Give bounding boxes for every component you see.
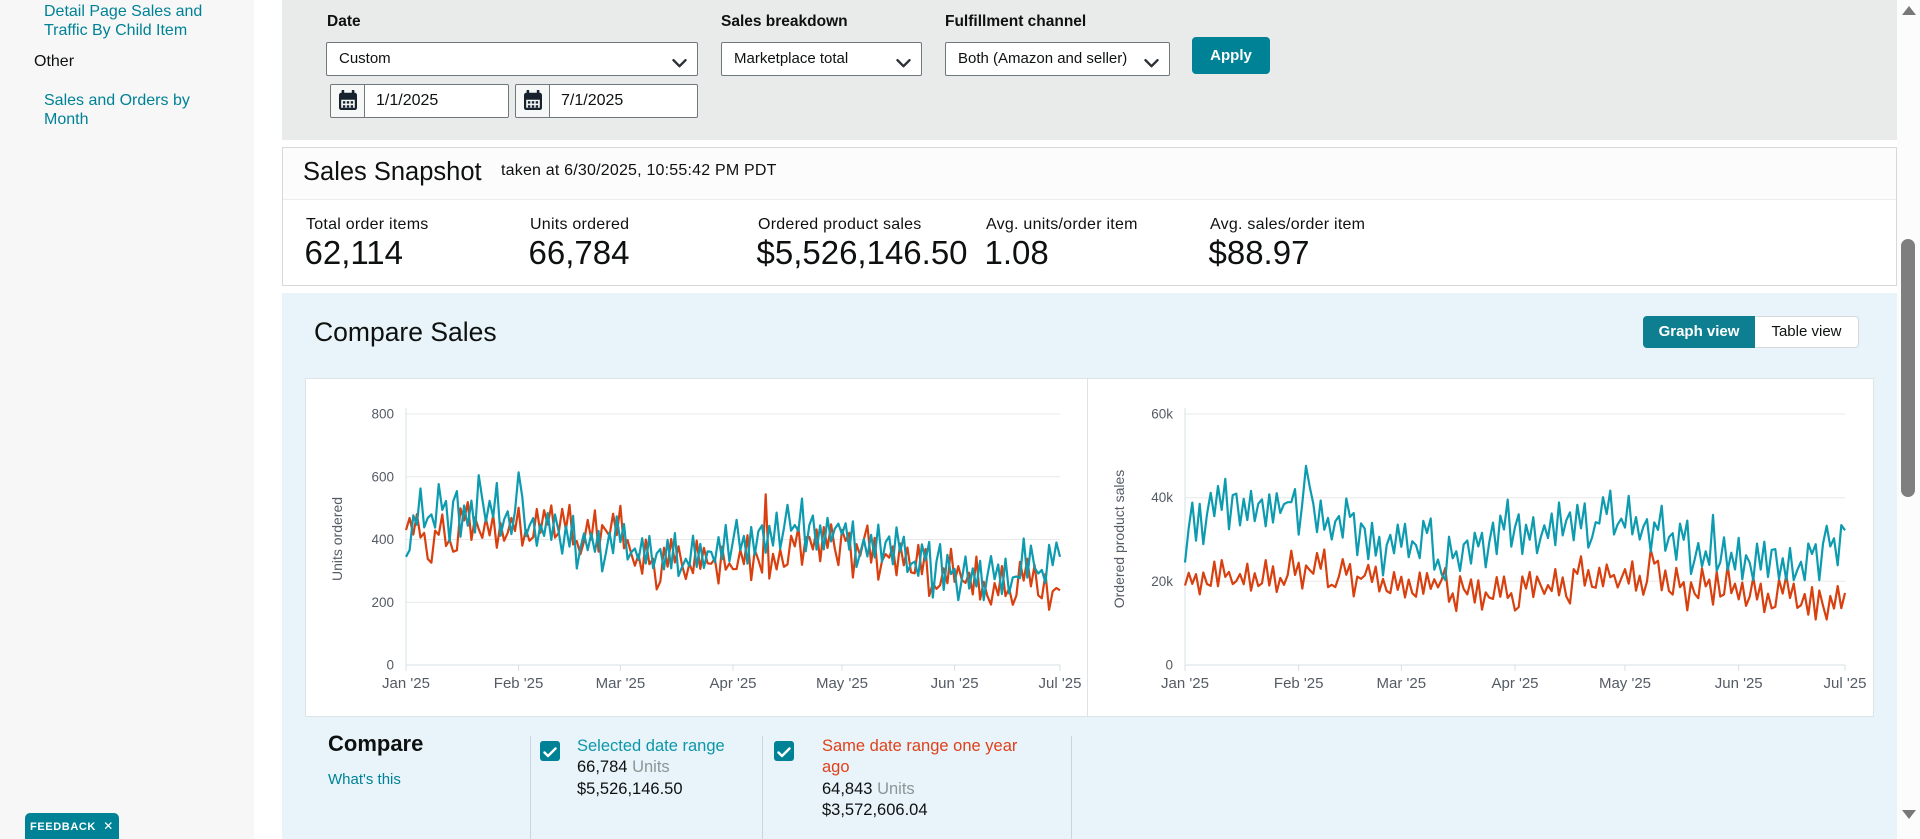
svg-text:800: 800	[371, 407, 394, 422]
svg-text:Apr '25: Apr '25	[1491, 675, 1538, 692]
svg-text:0: 0	[1165, 658, 1173, 673]
svg-text:Apr '25: Apr '25	[709, 675, 756, 692]
svg-text:Jun '25: Jun '25	[931, 675, 979, 692]
svg-text:Ordered product sales: Ordered product sales	[1111, 470, 1127, 609]
svg-text:Feb '25: Feb '25	[494, 675, 544, 692]
svg-text:Jan '25: Jan '25	[1161, 675, 1209, 692]
svg-text:Jun '25: Jun '25	[1715, 675, 1763, 692]
svg-text:20k: 20k	[1151, 574, 1173, 589]
svg-text:0: 0	[386, 658, 394, 673]
svg-text:Jul '25: Jul '25	[1039, 675, 1082, 692]
svg-text:400: 400	[371, 532, 394, 547]
svg-text:200: 200	[371, 595, 394, 610]
svg-text:60k: 60k	[1151, 407, 1173, 422]
svg-text:May '25: May '25	[1599, 675, 1651, 692]
svg-text:40k: 40k	[1151, 490, 1173, 505]
svg-text:Units ordered: Units ordered	[329, 497, 345, 581]
svg-text:Feb '25: Feb '25	[1274, 675, 1324, 692]
svg-text:600: 600	[371, 469, 394, 484]
svg-text:Jul '25: Jul '25	[1824, 675, 1867, 692]
svg-text:Jan '25: Jan '25	[382, 675, 430, 692]
svg-text:Mar '25: Mar '25	[1377, 675, 1427, 692]
svg-text:May '25: May '25	[816, 675, 868, 692]
svg-text:Mar '25: Mar '25	[596, 675, 646, 692]
